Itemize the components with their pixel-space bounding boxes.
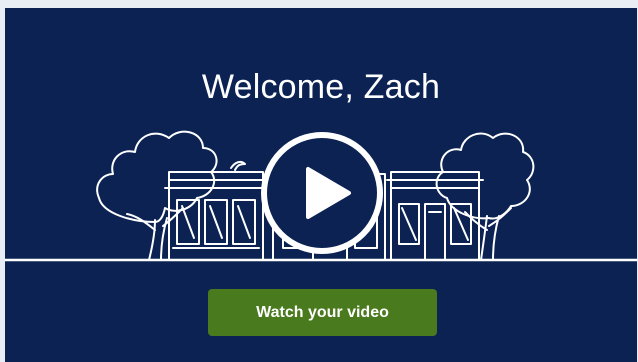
play-button[interactable] [259, 130, 385, 256]
watch-video-button[interactable]: Watch your video [208, 289, 437, 336]
left-building-roof [164, 171, 268, 261]
left-tree-trunk [126, 207, 184, 261]
page: Welcome, Zach Watch your video [0, 0, 638, 362]
video-card[interactable]: Welcome, Zach Watch your video [5, 8, 637, 362]
bird [230, 160, 246, 171]
